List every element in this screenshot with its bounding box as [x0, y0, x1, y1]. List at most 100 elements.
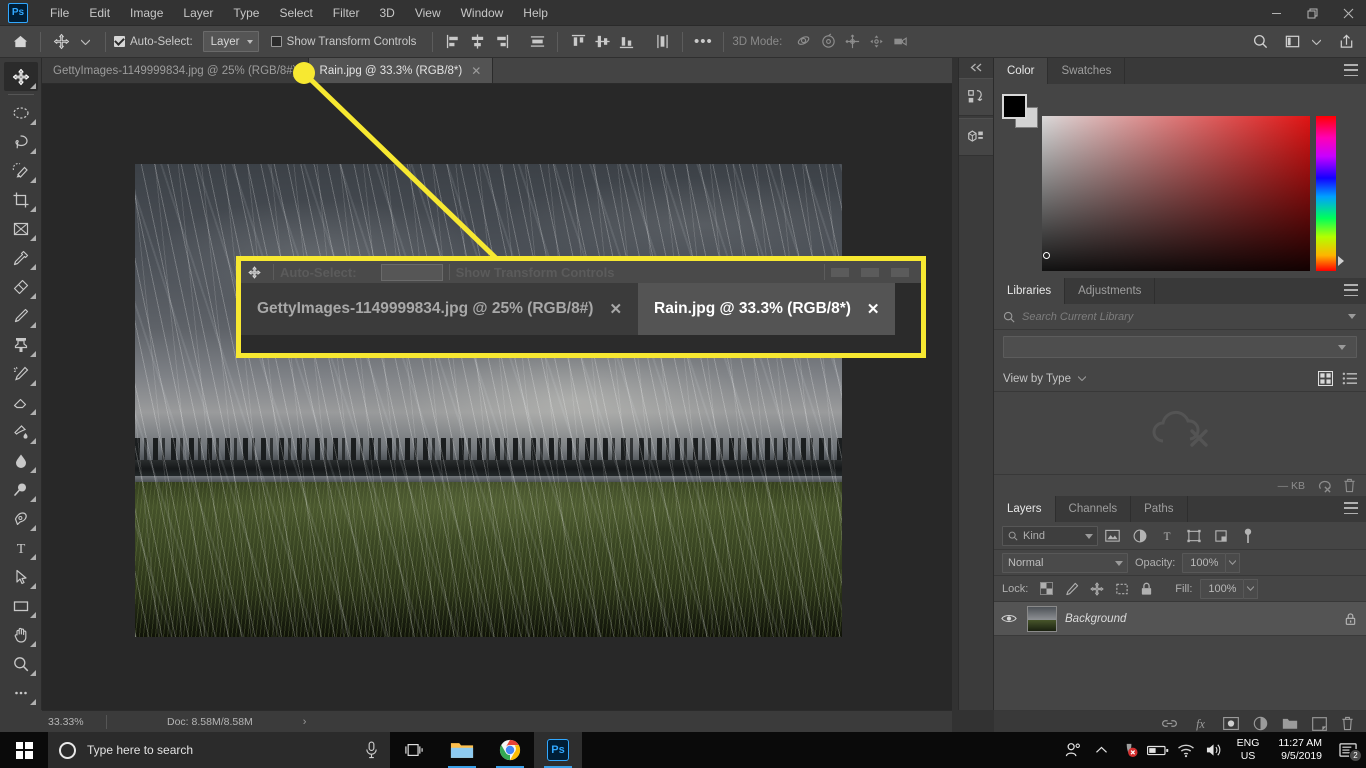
- brush-tool[interactable]: [4, 301, 38, 330]
- people-icon[interactable]: [1060, 732, 1088, 768]
- restore-button[interactable]: [1294, 0, 1330, 26]
- view-by-type-dropdown[interactable]: View by Type: [1003, 373, 1086, 385]
- sync-off-icon[interactable]: [1316, 479, 1332, 493]
- auto-select-scope-dropdown[interactable]: Layer: [202, 31, 259, 52]
- fill-input[interactable]: 100%: [1200, 578, 1245, 599]
- tab-swatches[interactable]: Swatches: [1048, 58, 1126, 84]
- clock[interactable]: 11:27 AM 9/5/2019: [1268, 732, 1332, 768]
- history-brush-tool[interactable]: [4, 359, 38, 388]
- tab-color[interactable]: Color: [994, 58, 1049, 84]
- document-tab-rain[interactable]: Rain.jpg @ 33.3% (RGB/8*) ✕: [308, 58, 494, 83]
- hand-tool[interactable]: [4, 620, 38, 649]
- distribute-horizontally-icon[interactable]: [525, 31, 549, 53]
- battery-icon[interactable]: [1144, 732, 1172, 768]
- align-right-edges-icon[interactable]: [489, 31, 513, 53]
- auto-select-checkbox[interactable]: Auto-Select:: [114, 36, 193, 48]
- chevron-up-icon[interactable]: [1088, 732, 1116, 768]
- layers-panel-menu-icon[interactable]: [1344, 502, 1358, 514]
- layer-filter-kind-dropdown[interactable]: Kind: [1002, 525, 1098, 546]
- menu-help[interactable]: Help: [513, 2, 558, 24]
- eraser-tool[interactable]: [4, 388, 38, 417]
- color-panel-swatches[interactable]: [1002, 94, 1038, 128]
- blend-mode-dropdown[interactable]: Normal: [1002, 552, 1128, 573]
- roll-3d-icon[interactable]: [816, 31, 840, 53]
- frame-tool[interactable]: [4, 214, 38, 243]
- taskbar-app-google-chrome[interactable]: [486, 732, 534, 768]
- microphone-icon[interactable]: [364, 741, 379, 759]
- libraries-panel-menu-icon[interactable]: [1344, 284, 1358, 296]
- home-icon[interactable]: [8, 31, 32, 53]
- distribute-vertically-icon[interactable]: [650, 31, 674, 53]
- opacity-stepper[interactable]: [1226, 552, 1241, 573]
- volume-icon[interactable]: [1200, 732, 1228, 768]
- fill-stepper[interactable]: [1244, 578, 1259, 599]
- document-tab-gettyimages[interactable]: GettyImages-1149999834.jpg @ 25% (RGB/8#…: [42, 58, 309, 83]
- start-button[interactable]: [0, 732, 48, 768]
- blur-tool[interactable]: [4, 446, 38, 475]
- more-align-options-button[interactable]: •••: [691, 31, 715, 53]
- slide-3d-icon[interactable]: [864, 31, 888, 53]
- lock-artboard-icon[interactable]: [1111, 579, 1132, 599]
- menu-select[interactable]: Select: [269, 2, 322, 24]
- quick-selection-tool[interactable]: [4, 156, 38, 185]
- path-selection-tool[interactable]: [4, 562, 38, 591]
- document-tab-close-icon[interactable]: ✕: [471, 64, 481, 78]
- eyedropper-tool[interactable]: [4, 243, 38, 272]
- spot-healing-brush-tool[interactable]: [4, 272, 38, 301]
- move-tool[interactable]: [3, 62, 38, 91]
- color-picker-marker[interactable]: [1043, 252, 1050, 259]
- trash-icon[interactable]: [1343, 478, 1356, 493]
- align-horizontal-centers-icon[interactable]: [465, 31, 489, 53]
- opacity-input[interactable]: 100%: [1182, 552, 1227, 573]
- chevron-down-icon[interactable]: [1304, 31, 1328, 53]
- type-tool[interactable]: T: [4, 533, 38, 562]
- pen-tool[interactable]: [4, 504, 38, 533]
- layer-row-background[interactable]: Background: [994, 602, 1366, 636]
- taskbar-app-photoshop[interactable]: Ps: [534, 732, 582, 768]
- dodge-tool[interactable]: [4, 475, 38, 504]
- list-view-icon[interactable]: [1342, 371, 1357, 386]
- lock-icon[interactable]: [1344, 612, 1357, 626]
- color-panel-foreground-swatch[interactable]: [1002, 94, 1027, 119]
- edit-toolbar-button[interactable]: [4, 678, 38, 707]
- close-button[interactable]: [1330, 0, 1366, 26]
- document-image-rain[interactable]: [135, 164, 842, 637]
- properties-panel-button[interactable]: [959, 118, 993, 156]
- notifications-button[interactable]: 2: [1332, 732, 1364, 768]
- color-panel-menu-icon[interactable]: [1344, 64, 1358, 76]
- tab-layers[interactable]: Layers: [994, 496, 1056, 522]
- task-view-button[interactable]: [390, 732, 438, 768]
- history-panel-button[interactable]: [959, 78, 993, 116]
- new-layer-icon[interactable]: [1312, 716, 1327, 731]
- zoom-tool[interactable]: [4, 649, 38, 678]
- grid-view-icon[interactable]: [1318, 371, 1333, 386]
- gradient-tool[interactable]: [4, 417, 38, 446]
- menu-layer[interactable]: Layer: [173, 2, 223, 24]
- tab-adjustments[interactable]: Adjustments: [1065, 278, 1156, 304]
- rectangle-tool[interactable]: [4, 591, 38, 620]
- menu-view[interactable]: View: [405, 2, 451, 24]
- collapse-panels-button[interactable]: [959, 58, 993, 76]
- zoom-level-field[interactable]: 33.33%: [42, 716, 106, 728]
- rectangular-marquee-tool[interactable]: [4, 98, 38, 127]
- minimize-button[interactable]: [1258, 0, 1294, 26]
- orbit-3d-icon[interactable]: [792, 31, 816, 53]
- new-adjustment-layer-icon[interactable]: [1253, 716, 1268, 731]
- filter-smart-object-icon[interactable]: [1208, 525, 1233, 547]
- taskbar-app-file-explorer[interactable]: [438, 732, 486, 768]
- color-picker-field[interactable]: [1042, 116, 1310, 271]
- menu-window[interactable]: Window: [451, 2, 514, 24]
- link-layers-icon[interactable]: [1161, 718, 1178, 729]
- crop-tool[interactable]: [4, 185, 38, 214]
- menu-image[interactable]: Image: [120, 2, 173, 24]
- eye-icon[interactable]: [999, 613, 1019, 624]
- clone-stamp-tool[interactable]: [4, 330, 38, 359]
- filter-shape-icon[interactable]: [1181, 525, 1206, 547]
- add-layer-mask-icon[interactable]: [1223, 717, 1239, 730]
- menu-3d[interactable]: 3D: [369, 2, 404, 24]
- filter-type-icon[interactable]: T: [1154, 525, 1179, 547]
- camera-3d-icon[interactable]: [888, 31, 912, 53]
- canvas-area[interactable]: [42, 84, 952, 710]
- library-selector-dropdown[interactable]: [1003, 336, 1357, 358]
- layer-name-label[interactable]: Background: [1065, 613, 1336, 625]
